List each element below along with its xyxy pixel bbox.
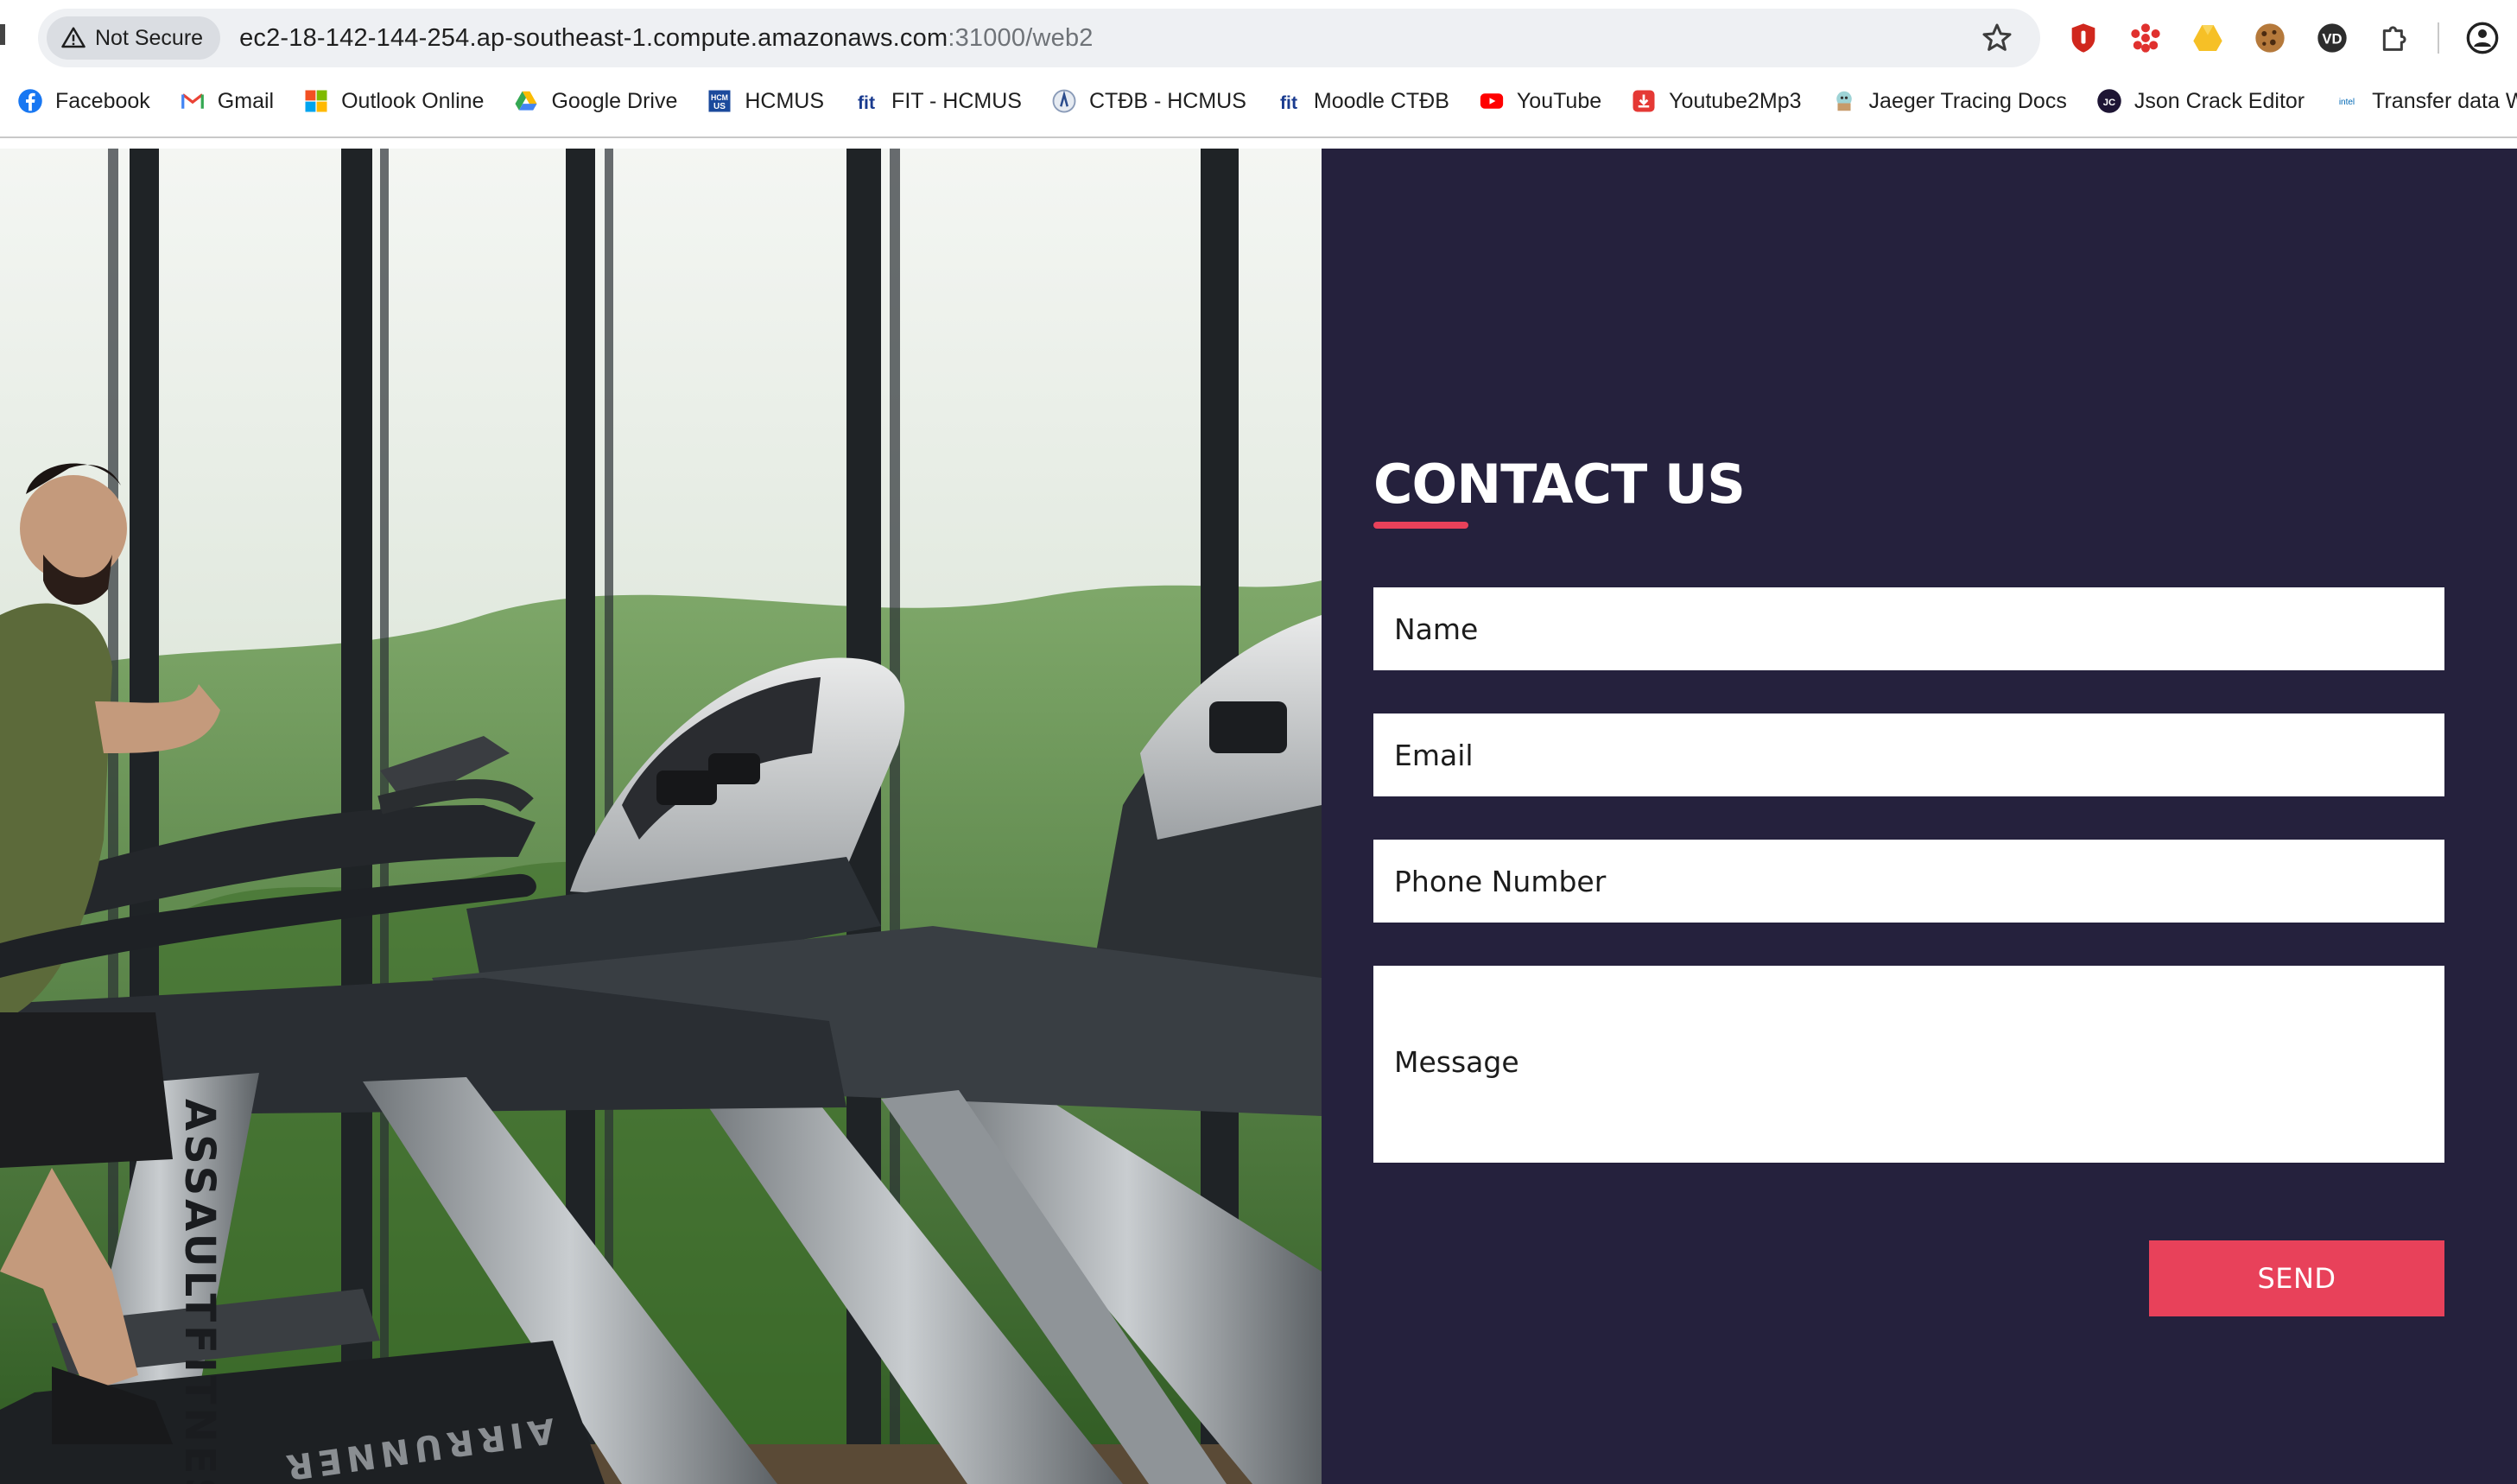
bookmark-label: FIT - HCMUS (891, 88, 1022, 113)
fit-icon: fit (1276, 88, 1302, 114)
jsoncrack-icon: JC (2096, 88, 2122, 114)
treadmill-brand-vertical: ASSAULTFITNESS (175, 1099, 224, 1484)
bookmark-fit-hcmus[interactable]: fit FIT - HCMUS (853, 88, 1022, 114)
extensions-row: VD (2064, 16, 2501, 60)
url-text[interactable]: ec2-18-142-144-254.ap-southeast-1.comput… (239, 24, 1094, 53)
svg-text:VD: VD (2322, 31, 2342, 48)
bookmark-label: Jaeger Tracing Docs (1868, 88, 2067, 113)
gym-treadmill-photo: ASSAULTFITNESS AIRRUNNER (0, 149, 1322, 1484)
bookmark-ctdb-hcmus[interactable]: CTĐB - HCMUS (1051, 88, 1246, 114)
profile-icon[interactable] (2463, 19, 2501, 57)
bookmark-transfer-data[interactable]: intel Transfer data W (2334, 88, 2517, 114)
bookmark-label: Outlook Online (341, 88, 485, 113)
svg-text:US: US (713, 102, 726, 111)
ctdb-icon (1051, 88, 1077, 114)
microsoft-icon (303, 88, 329, 114)
vd-extension-icon[interactable]: VD (2313, 19, 2351, 57)
address-bar[interactable]: Not Secure ec2-18-142-144-254.ap-southea… (38, 9, 2040, 67)
bookmark-moodle-ctdb[interactable]: fit Moodle CTĐB (1276, 88, 1449, 114)
url-host: ec2-18-142-144-254.ap-southeast-1.comput… (239, 23, 948, 52)
bookmark-hcmus[interactable]: HCM US HCMUS (707, 88, 824, 114)
fit-icon: fit (853, 88, 879, 114)
bookmark-label: Json Crack Editor (2133, 88, 2305, 113)
bookmark-label: Gmail (217, 88, 275, 113)
intel-icon: intel (2334, 88, 2360, 114)
contact-title: CONTACT US (1373, 453, 1746, 516)
puzzle-icon[interactable] (2375, 19, 2413, 57)
svg-text:fit: fit (858, 92, 875, 113)
drive-extension-icon[interactable] (2189, 19, 2227, 57)
url-path: :31000/web2 (948, 23, 1094, 52)
bookmark-youtube[interactable]: YouTube (1479, 88, 1601, 114)
browser-chrome: Not Secure ec2-18-142-144-254.ap-southea… (0, 0, 2517, 138)
bookmark-outlook[interactable]: Outlook Online (303, 88, 484, 114)
bookmark-label: HCMUS (745, 88, 825, 113)
bookmark-star-icon[interactable] (1980, 21, 2014, 55)
ublock-icon[interactable] (2064, 19, 2102, 57)
bookmarks-bar: Facebook Gmail Outlook Online Google Dri… (0, 79, 2517, 123)
name-input[interactable] (1373, 587, 2444, 670)
email-input[interactable] (1373, 713, 2444, 796)
download-icon (1631, 88, 1657, 114)
browser-toolbar: Not Secure ec2-18-142-144-254.ap-southea… (0, 0, 2517, 76)
facebook-icon (17, 88, 43, 114)
security-chip[interactable]: Not Secure (47, 16, 221, 60)
bookmark-google-drive[interactable]: Google Drive (513, 88, 677, 114)
toolbar-separator (2438, 22, 2439, 54)
svg-text:HCM: HCM (711, 93, 728, 102)
contact-panel: CONTACT US SEND (1322, 149, 2517, 1484)
cookie-icon[interactable] (2251, 19, 2289, 57)
title-underline (1373, 522, 1468, 529)
bookmark-label: Youtube2Mp3 (1669, 88, 1802, 113)
phone-input[interactable] (1373, 840, 2444, 923)
asterisk-extension-icon[interactable] (2127, 19, 2165, 57)
gmail-icon (180, 88, 206, 114)
bookmark-label: Google Drive (551, 88, 678, 113)
jaeger-icon (1831, 88, 1857, 114)
bookmark-label: CTĐB - HCMUS (1088, 88, 1246, 113)
treadmill-illustration: ASSAULTFITNESS AIRRUNNER (0, 149, 1322, 1484)
bookmark-label: YouTube (1516, 88, 1602, 113)
svg-text:JC: JC (2103, 98, 2115, 108)
svg-text:fit: fit (1280, 92, 1297, 113)
bookmark-facebook[interactable]: Facebook (17, 88, 150, 114)
youtube-icon (1479, 88, 1505, 114)
hcmus-icon: HCM US (707, 88, 732, 114)
message-textarea[interactable] (1373, 966, 2444, 1163)
bookmark-youtube2mp3[interactable]: Youtube2Mp3 (1631, 88, 1802, 114)
send-button[interactable]: SEND (2149, 1240, 2444, 1316)
google-drive-icon (513, 88, 539, 114)
bookmark-jaeger[interactable]: Jaeger Tracing Docs (1831, 88, 2067, 114)
bookmark-gmail[interactable]: Gmail (180, 88, 274, 114)
security-label: Not Secure (95, 25, 204, 50)
bookmark-label: Facebook (55, 88, 150, 113)
bookmark-label: Moodle CTĐB (1313, 88, 1449, 113)
warning-icon (61, 27, 86, 48)
bookmark-json-crack[interactable]: JC Json Crack Editor (2096, 88, 2305, 114)
contact-page: ASSAULTFITNESS AIRRUNNER CONTACT US Name… (0, 149, 2517, 1484)
svg-text:intel: intel (2339, 98, 2355, 107)
bookmark-label: Transfer data W (2372, 88, 2517, 113)
